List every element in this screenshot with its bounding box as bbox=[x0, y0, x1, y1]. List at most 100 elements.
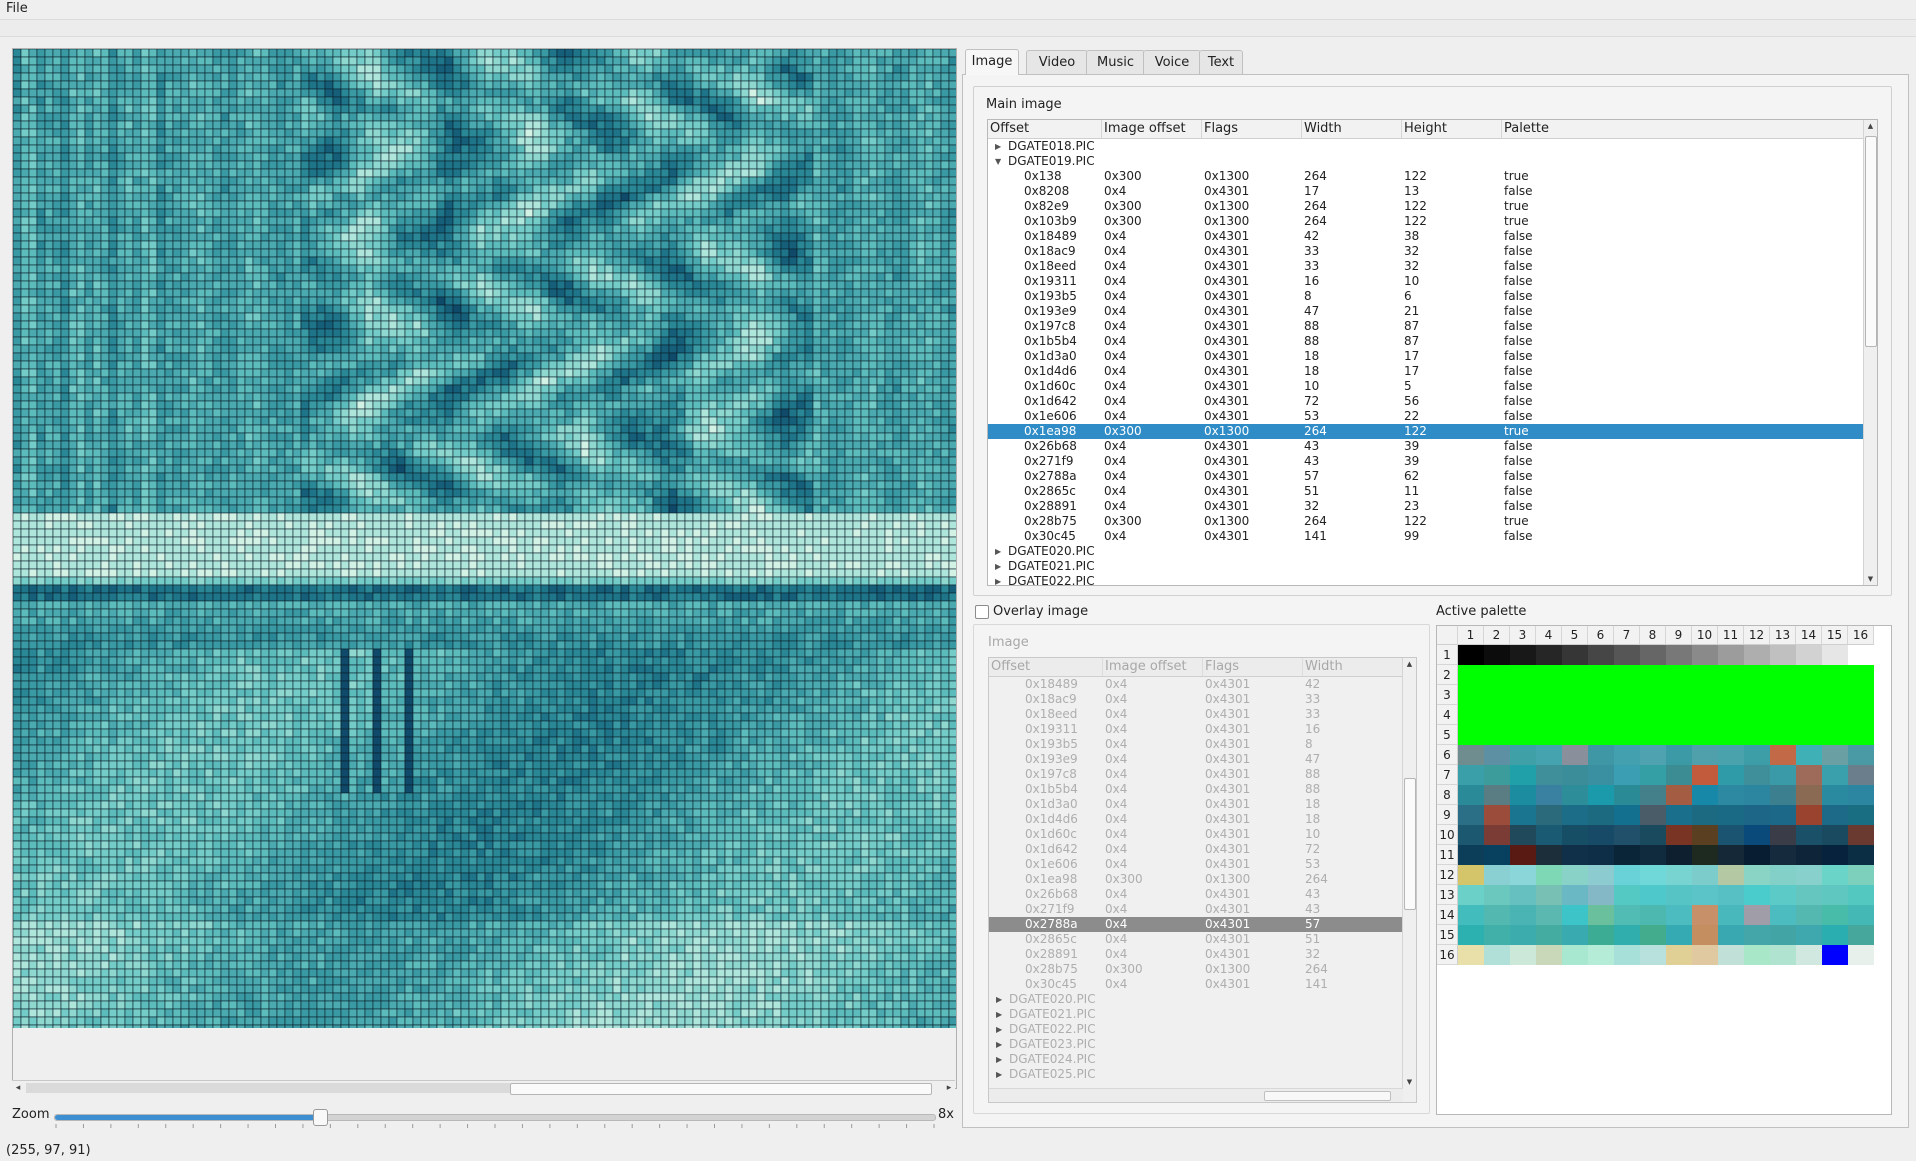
image-pixel[interactable] bbox=[804, 192, 814, 202]
image-pixel[interactable] bbox=[756, 200, 766, 210]
image-pixel[interactable] bbox=[836, 152, 846, 162]
image-pixel[interactable] bbox=[556, 336, 566, 346]
image-pixel[interactable] bbox=[348, 144, 358, 154]
image-pixel[interactable] bbox=[204, 224, 214, 234]
image-pixel[interactable] bbox=[356, 280, 366, 290]
image-pixel[interactable] bbox=[332, 216, 342, 226]
image-pixel[interactable] bbox=[276, 208, 286, 218]
image-pixel[interactable] bbox=[892, 352, 902, 362]
image-pixel[interactable] bbox=[628, 152, 638, 162]
image-pixel[interactable] bbox=[436, 320, 446, 330]
image-pixel[interactable] bbox=[260, 112, 270, 122]
image-pixel[interactable] bbox=[820, 104, 830, 114]
image-pixel[interactable] bbox=[508, 80, 518, 90]
image-pixel[interactable] bbox=[884, 320, 894, 330]
image-pixel[interactable] bbox=[668, 144, 678, 154]
image-pixel[interactable] bbox=[44, 368, 54, 378]
image-pixel[interactable] bbox=[380, 336, 390, 346]
image-pixel[interactable] bbox=[84, 272, 94, 282]
image-pixel[interactable] bbox=[372, 152, 382, 162]
image-pixel[interactable] bbox=[412, 112, 422, 122]
image-pixel[interactable] bbox=[572, 288, 582, 298]
image-pixel[interactable] bbox=[524, 320, 534, 330]
image-pixel[interactable] bbox=[572, 360, 582, 370]
image-pixel[interactable] bbox=[524, 120, 534, 130]
image-pixel[interactable] bbox=[860, 352, 870, 362]
image-pixel[interactable] bbox=[532, 232, 542, 242]
image-pixel[interactable] bbox=[620, 64, 630, 74]
image-pixel[interactable] bbox=[644, 176, 654, 186]
image-pixel[interactable] bbox=[908, 272, 918, 282]
image-pixel[interactable] bbox=[324, 192, 334, 202]
image-pixel[interactable] bbox=[116, 104, 126, 114]
image-pixel[interactable] bbox=[76, 192, 86, 202]
image-pixel[interactable] bbox=[820, 144, 830, 154]
image-pixel[interactable] bbox=[356, 296, 366, 306]
image-pixel[interactable] bbox=[644, 280, 654, 290]
image-pixel[interactable] bbox=[76, 344, 86, 354]
image-pixel[interactable] bbox=[764, 224, 774, 234]
image-pixel[interactable] bbox=[356, 336, 366, 346]
image-pixel[interactable] bbox=[13, 120, 22, 130]
image-pixel[interactable] bbox=[468, 320, 478, 330]
image-pixel[interactable] bbox=[868, 128, 878, 138]
image-pixel[interactable] bbox=[756, 232, 766, 242]
image-pixel[interactable] bbox=[324, 168, 334, 178]
image-pixel[interactable] bbox=[812, 49, 822, 58]
image-pixel[interactable] bbox=[324, 88, 334, 98]
image-pixel[interactable] bbox=[716, 248, 726, 258]
image-pixel[interactable] bbox=[652, 296, 662, 306]
image-pixel[interactable] bbox=[684, 49, 694, 58]
image-pixel[interactable] bbox=[204, 96, 214, 106]
image-pixel[interactable] bbox=[220, 216, 230, 226]
image-pixel[interactable] bbox=[724, 104, 734, 114]
image-pixel[interactable] bbox=[228, 120, 238, 130]
image-pixel[interactable] bbox=[812, 280, 822, 290]
image-pixel[interactable] bbox=[900, 280, 910, 290]
image-pixel[interactable] bbox=[284, 128, 294, 138]
image-pixel[interactable] bbox=[948, 120, 956, 130]
image-pixel[interactable] bbox=[244, 328, 254, 338]
image-pixel[interactable] bbox=[428, 264, 438, 274]
image-pixel[interactable] bbox=[892, 184, 902, 194]
image-pixel[interactable] bbox=[388, 272, 398, 282]
image-pixel[interactable] bbox=[220, 304, 230, 314]
image-pixel[interactable] bbox=[76, 112, 86, 122]
image-pixel[interactable] bbox=[604, 56, 614, 66]
image-pixel[interactable] bbox=[212, 240, 222, 250]
image-pixel[interactable] bbox=[692, 376, 702, 386]
image-pixel[interactable] bbox=[428, 376, 438, 386]
image-pixel[interactable] bbox=[140, 192, 150, 202]
image-pixel[interactable] bbox=[948, 272, 956, 282]
image-pixel[interactable] bbox=[652, 200, 662, 210]
image-pixel[interactable] bbox=[516, 208, 526, 218]
image-pixel[interactable] bbox=[500, 192, 510, 202]
image-pixel[interactable] bbox=[180, 184, 190, 194]
image-pixel[interactable] bbox=[20, 120, 30, 130]
image-pixel[interactable] bbox=[756, 256, 766, 266]
image-pixel[interactable] bbox=[660, 376, 670, 386]
image-pixel[interactable] bbox=[908, 160, 918, 170]
image-pixel[interactable] bbox=[148, 328, 158, 338]
image-pixel[interactable] bbox=[876, 296, 886, 306]
image-pixel[interactable] bbox=[852, 264, 862, 274]
image-pixel[interactable] bbox=[868, 344, 878, 354]
image-pixel[interactable] bbox=[92, 280, 102, 290]
image-pixel[interactable] bbox=[252, 256, 262, 266]
image-pixel[interactable] bbox=[652, 264, 662, 274]
image-pixel[interactable] bbox=[156, 64, 166, 74]
image-pixel[interactable] bbox=[228, 192, 238, 202]
image-pixel[interactable] bbox=[292, 192, 302, 202]
image-pixel[interactable] bbox=[908, 232, 918, 242]
image-pixel[interactable] bbox=[428, 352, 438, 362]
image-pixel[interactable] bbox=[532, 248, 542, 258]
image-pixel[interactable] bbox=[108, 288, 118, 298]
image-pixel[interactable] bbox=[916, 320, 926, 330]
image-pixel[interactable] bbox=[316, 352, 326, 362]
image-pixel[interactable] bbox=[348, 216, 358, 226]
image-pixel[interactable] bbox=[892, 136, 902, 146]
image-pixel[interactable] bbox=[460, 144, 470, 154]
image-pixel[interactable] bbox=[228, 144, 238, 154]
image-pixel[interactable] bbox=[804, 240, 814, 250]
image-pixel[interactable] bbox=[516, 56, 526, 66]
